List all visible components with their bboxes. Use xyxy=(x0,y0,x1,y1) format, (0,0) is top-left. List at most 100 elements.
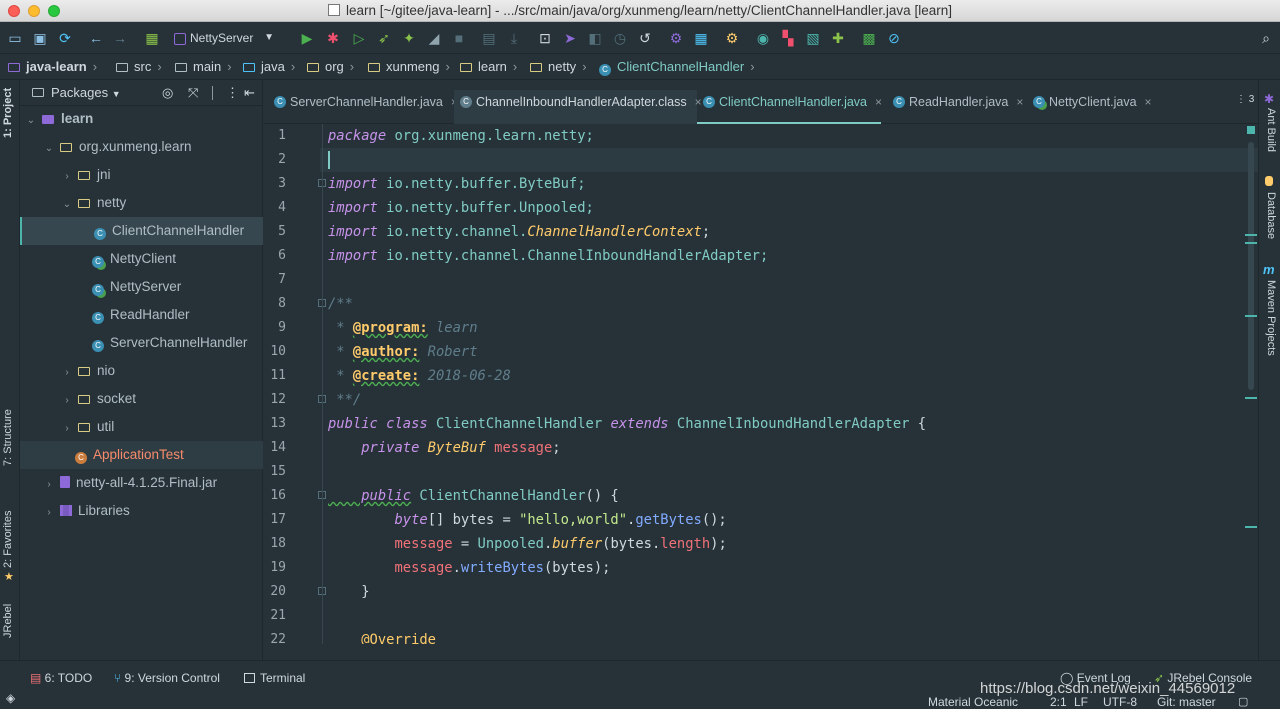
tool-tab-database[interactable]: Database xyxy=(1265,192,1277,239)
sdk-icon[interactable]: ⚙ xyxy=(723,29,741,47)
close-window-button[interactable] xyxy=(8,5,20,17)
chevron-right-icon: › xyxy=(65,367,69,378)
tree-item-org-xunmeng-learn[interactable]: ⌄ org.xunmeng.learn xyxy=(20,133,263,161)
run-icon[interactable]: ▶ xyxy=(298,29,316,47)
theme-indicator[interactable]: Material Oceanic xyxy=(928,695,1018,709)
database-tool-icon[interactable]: ▧ xyxy=(804,29,822,47)
settings-gear-icon[interactable]: ⚙ xyxy=(667,29,685,47)
search-icon[interactable]: ⌕ xyxy=(1257,29,1275,47)
tree-item-learn[interactable]: ⌄ learn xyxy=(20,105,263,133)
tool-tab-ant-build[interactable]: Ant Build xyxy=(1265,108,1277,152)
forward-arrow-icon[interactable]: → xyxy=(111,29,129,47)
test-class-icon: C xyxy=(75,452,87,464)
tab-overflow-button[interactable]: ⋮ 3 xyxy=(1236,94,1254,105)
chevron-right-icon: › xyxy=(157,59,162,74)
tree-item-applicationtest[interactable]: C ApplicationTest xyxy=(20,441,263,469)
editor-scrollbar[interactable] xyxy=(1248,142,1254,390)
breadcrumb-item-org[interactable]: org › xyxy=(307,54,359,80)
tree-item-libraries[interactable]: › Libraries xyxy=(20,497,263,525)
lock-icon[interactable]: ▢ xyxy=(1238,695,1248,708)
save-all-icon[interactable]: ▣ xyxy=(31,29,49,47)
target-icon[interactable]: ◎ xyxy=(162,80,173,106)
open-folder-icon[interactable]: ▭ xyxy=(6,29,24,47)
puzzle-icon[interactable]: ✚ xyxy=(829,29,847,47)
git-branch[interactable]: Git: master xyxy=(1157,695,1216,709)
file-encoding[interactable]: UTF-8 xyxy=(1103,695,1137,709)
tree-item-clientchannelhandler[interactable]: C ClientChannelHandler xyxy=(20,217,263,245)
plugin-icon[interactable]: ▚ xyxy=(779,29,797,47)
tool-tab-maven-projects[interactable]: Maven Projects xyxy=(1265,280,1277,356)
tree-item-readhandler[interactable]: C ReadHandler xyxy=(20,301,263,329)
tool-tab-todo[interactable]: ▤ 6: TODO xyxy=(30,671,92,685)
breadcrumb-item-learn[interactable]: learn › xyxy=(460,54,522,80)
collapse-all-icon[interactable]: ⤧ xyxy=(188,80,198,106)
minimize-window-button[interactable] xyxy=(28,5,40,17)
tab-serverchannelhandler[interactable]: CServerChannelHandler.java× xyxy=(268,90,458,124)
close-icon[interactable]: × xyxy=(1145,95,1152,109)
scroll-marker[interactable] xyxy=(1245,397,1257,399)
tool-tab-structure[interactable]: 7: Structure xyxy=(2,409,14,466)
build-icon[interactable]: ▦ xyxy=(143,29,161,47)
more-options-icon[interactable]: ⋮ xyxy=(226,80,239,106)
breadcrumb-item-java[interactable]: java › xyxy=(243,54,300,80)
close-icon[interactable]: × xyxy=(875,95,882,109)
tab-readhandler[interactable]: C ReadHandler.java × xyxy=(887,90,1023,124)
tree-item-nettyclient[interactable]: C NettyClient xyxy=(20,245,263,273)
monitor-icon[interactable]: ▩ xyxy=(860,29,878,47)
no-entry-icon[interactable]: ⊘ xyxy=(885,29,903,47)
vcs-update-icon[interactable]: ➤ xyxy=(561,29,579,47)
jrebel-debug-icon[interactable]: ✦ xyxy=(400,29,418,47)
hide-panel-icon[interactable]: ⇤ xyxy=(244,80,255,106)
tree-item-serverchannelhandler[interactable]: C ServerChannelHandler xyxy=(20,329,263,357)
tab-channelinboundhandleradapter[interactable]: C ChannelInboundHandlerAdapter.class × xyxy=(454,90,702,124)
profiler-icon[interactable]: ◢ xyxy=(425,29,443,47)
line-separator[interactable]: LF xyxy=(1074,695,1088,709)
scroll-marker[interactable] xyxy=(1245,242,1257,244)
download-icon[interactable]: ⤓ xyxy=(505,29,523,47)
breadcrumb-item-class[interactable]: C ClientChannelHandler › xyxy=(599,54,760,80)
scroll-marker[interactable] xyxy=(1245,315,1257,317)
maven-icon[interactable]: ◉ xyxy=(754,29,772,47)
tree-item-nio[interactable]: › nio xyxy=(20,357,263,385)
attach-icon[interactable]: ⊡ xyxy=(536,29,554,47)
breadcrumb-item-src[interactable]: src › xyxy=(116,54,167,80)
zoom-window-button[interactable] xyxy=(48,5,60,17)
close-icon[interactable]: × xyxy=(1016,95,1023,109)
debug-icon[interactable]: ✱ xyxy=(324,29,342,47)
tool-tab-favorites[interactable]: 2: Favorites xyxy=(2,511,14,568)
revert-icon[interactable]: ↺ xyxy=(636,29,654,47)
inspection-status-icon[interactable] xyxy=(1247,126,1255,134)
view-selector[interactable]: Packages ▼ xyxy=(51,80,121,107)
tree-item-netty[interactable]: ⌄ netty xyxy=(20,189,263,217)
project-structure-icon[interactable]: ▦ xyxy=(692,29,710,47)
tab-nettyclient[interactable]: C NettyClient.java × xyxy=(1027,90,1152,124)
scroll-marker[interactable] xyxy=(1245,526,1257,528)
tree-item-socket[interactable]: › socket xyxy=(20,385,263,413)
jrebel-run-icon[interactable]: ➶ xyxy=(375,29,393,47)
run-configuration-select[interactable]: NettyServer ▼ xyxy=(170,28,282,48)
history-icon[interactable]: ◷ xyxy=(611,29,629,47)
tool-tab-project[interactable]: 1: Project xyxy=(2,88,14,138)
tree-item-jni[interactable]: › jni xyxy=(20,161,263,189)
stop-icon[interactable]: ■ xyxy=(450,29,468,47)
tool-tab-version-control[interactable]: ⑂ 9: Version Control xyxy=(114,671,220,685)
tree-item-nettyserver[interactable]: C NettyServer xyxy=(20,273,263,301)
tab-clientchannelhandler[interactable]: C ClientChannelHandler.java × xyxy=(697,90,882,124)
cursor-position[interactable]: 2:1 xyxy=(1050,695,1067,709)
layers-icon[interactable]: ◈ xyxy=(6,691,15,705)
vcs-commit-icon[interactable]: ◧ xyxy=(586,29,604,47)
code-editor[interactable]: 1 2 3 4 5 6 7 8 9 10 11 12 13 14 15 16 1… xyxy=(264,124,1258,644)
tool-tab-jrebel[interactable]: JRebel xyxy=(2,604,14,638)
tree-item-netty-jar[interactable]: › netty-all-4.1.25.Final.jar xyxy=(20,469,263,497)
sync-icon[interactable]: ⟳ xyxy=(56,29,74,47)
tool-tab-terminal[interactable]: Terminal xyxy=(244,671,305,685)
coverage-icon[interactable]: ▤ xyxy=(480,29,498,47)
scroll-marker[interactable] xyxy=(1245,234,1257,236)
back-arrow-icon[interactable]: ← xyxy=(87,29,105,47)
breadcrumb-item-netty[interactable]: netty › xyxy=(530,54,592,80)
tree-item-util[interactable]: › util xyxy=(20,413,263,441)
breadcrumb-item-project[interactable]: java-learn › xyxy=(8,54,102,80)
breadcrumb-item-main[interactable]: main › xyxy=(175,54,237,80)
breadcrumb-item-xunmeng[interactable]: xunmeng › xyxy=(368,54,455,80)
run-coverage-icon[interactable]: ▷ xyxy=(350,29,368,47)
